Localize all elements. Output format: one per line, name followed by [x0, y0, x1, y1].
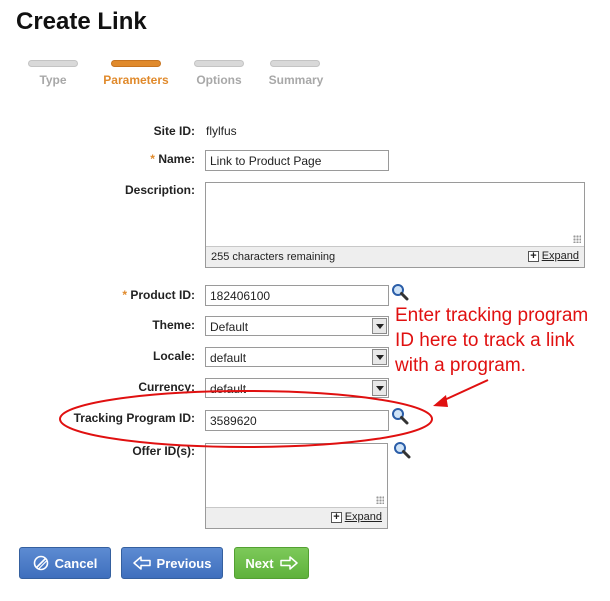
next-button[interactable]: Next	[234, 547, 309, 579]
cancel-circle-icon	[33, 555, 48, 571]
highlight-ellipse	[59, 390, 433, 448]
previous-button[interactable]: Previous	[121, 547, 223, 579]
annotation-arrow-head	[433, 395, 448, 407]
arrow-right-icon	[279, 556, 298, 570]
annotation-overlay	[59, 379, 489, 448]
arrow-left-icon	[132, 556, 151, 570]
cancel-button[interactable]: Cancel	[19, 547, 111, 579]
annotation-arrow-line	[439, 379, 489, 403]
annotation-text: Enter tracking program ID here to track …	[395, 305, 589, 376]
